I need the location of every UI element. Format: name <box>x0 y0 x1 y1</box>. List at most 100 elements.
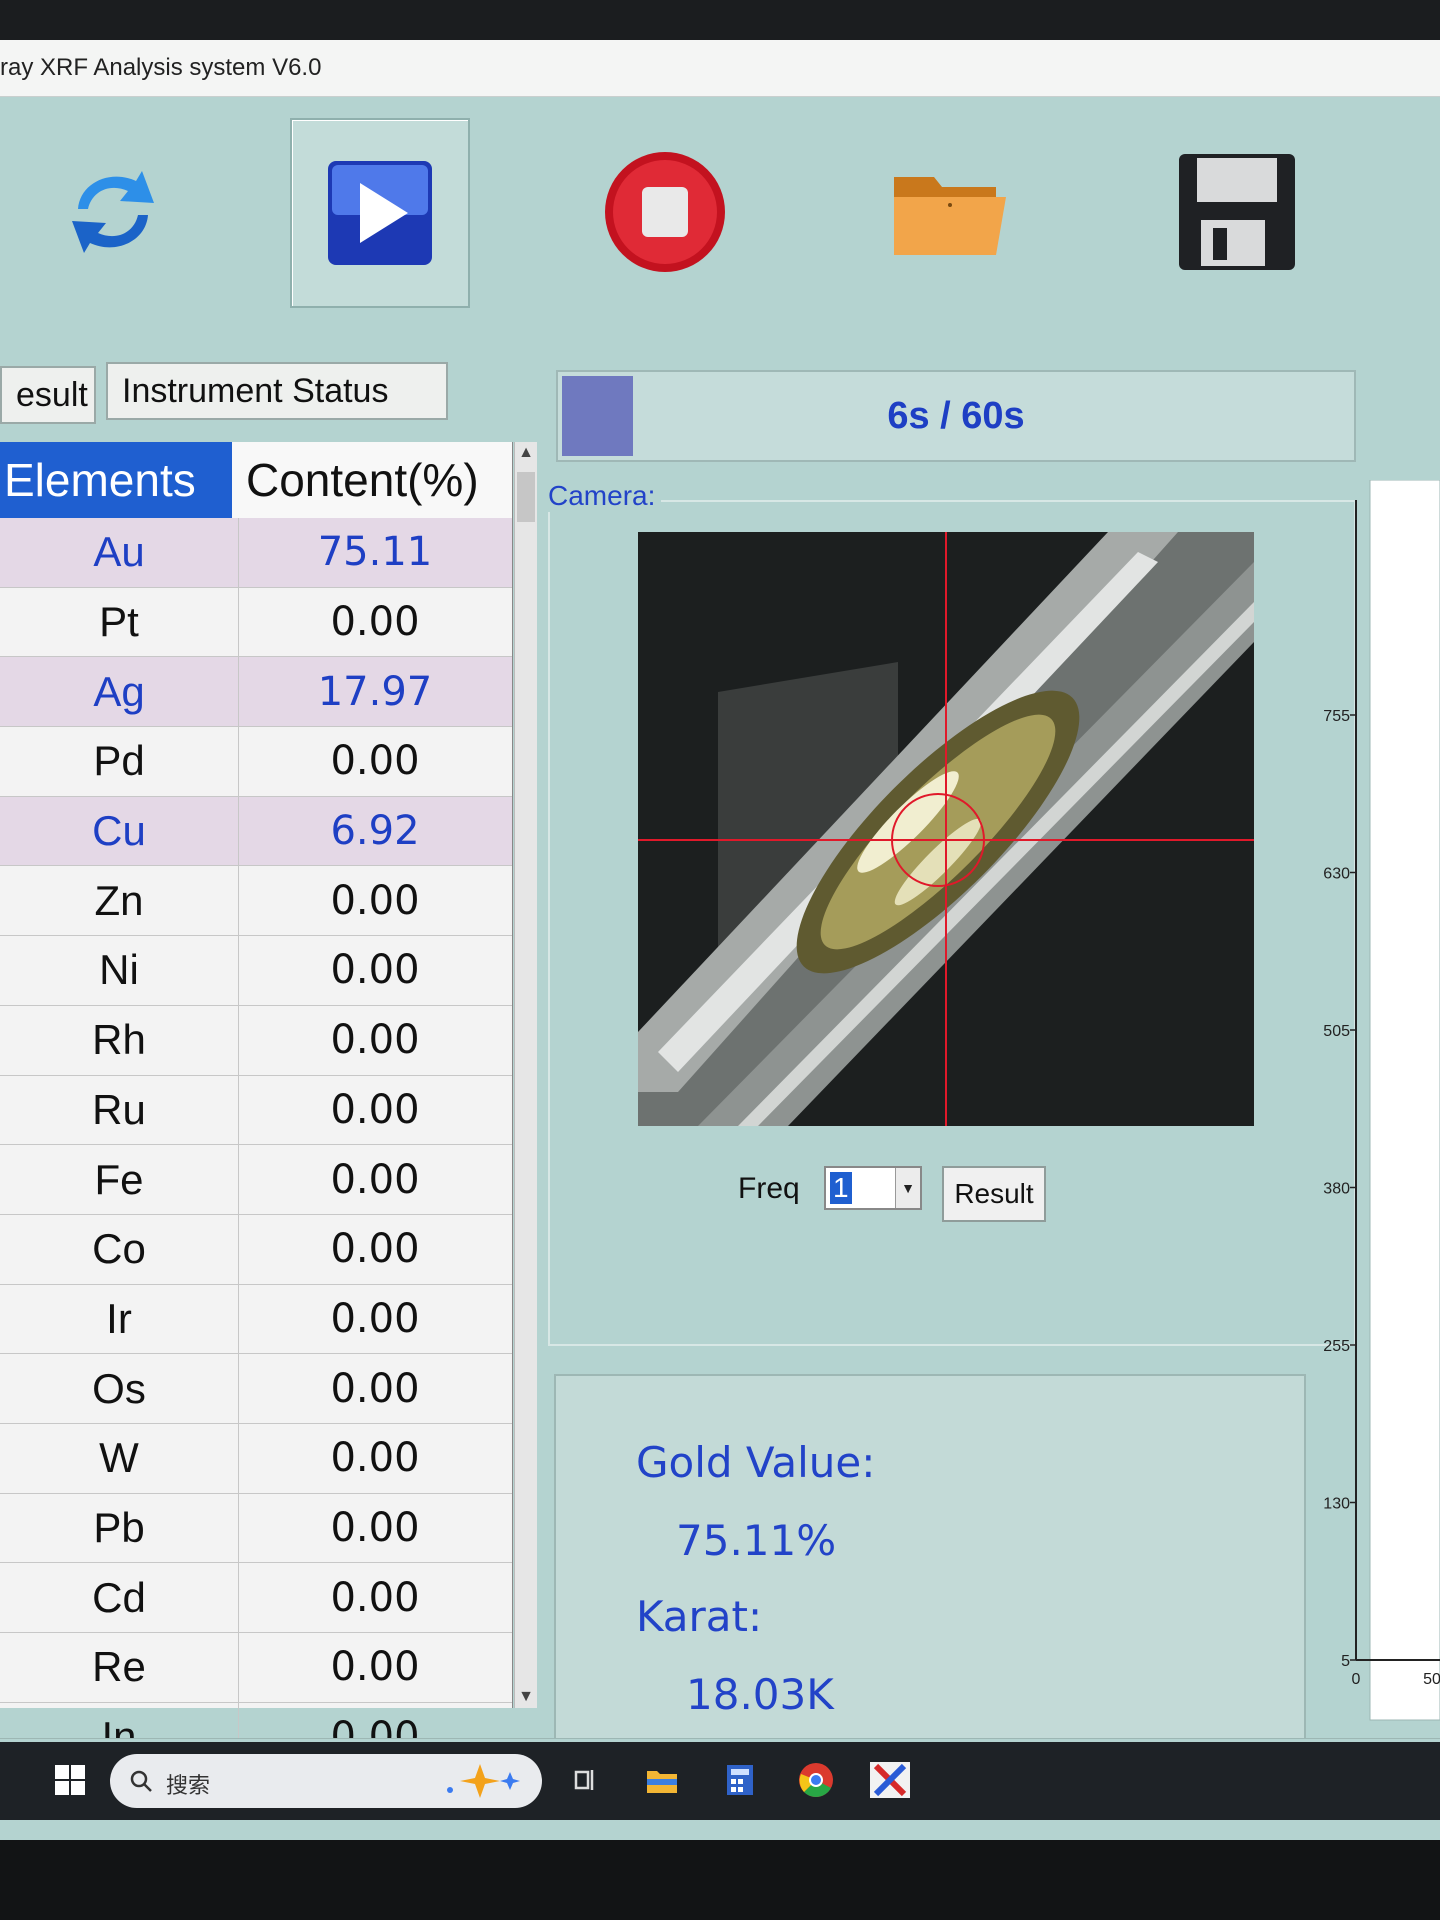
table-row[interactable]: Ru 0.00 <box>0 1075 512 1146</box>
scroll-down-icon[interactable]: ▼ <box>515 1686 537 1708</box>
element-content: 75.11 <box>317 529 433 576</box>
element-content: 0.00 <box>330 947 420 994</box>
table-row[interactable]: Pt 0.00 <box>0 587 512 658</box>
app-window: ray XRF Analysis system V6.0 esult Instr… <box>0 40 1440 1840</box>
table-row[interactable]: Os 0.00 <box>0 1354 512 1424</box>
y-tick-label: 630 <box>1323 866 1350 883</box>
element-symbol: Cd <box>0 1563 239 1632</box>
scroll-up-icon[interactable]: ▲ <box>515 442 537 464</box>
element-symbol: Cu <box>0 796 239 866</box>
element-content: 0.00 <box>330 877 420 924</box>
table-row[interactable]: Fe 0.00 <box>0 1145 512 1215</box>
search-icon <box>130 1770 152 1792</box>
column-header-elements[interactable]: Elements <box>0 442 232 518</box>
element-symbol: Fe <box>0 1145 239 1214</box>
stop-button[interactable] <box>580 122 750 302</box>
title-bar: ray XRF Analysis system V6.0 <box>0 40 1440 97</box>
y-tick-label: 380 <box>1323 1181 1350 1198</box>
element-symbol: Pd <box>0 727 239 796</box>
element-content: 0.00 <box>330 599 420 646</box>
table-header: Elements Content(%) <box>0 442 512 519</box>
scroll-thumb[interactable] <box>517 472 535 522</box>
element-symbol: Zn <box>0 866 239 936</box>
freq-label: Freq <box>738 1172 800 1205</box>
measurement-progress: 6s / 60s <box>556 370 1356 462</box>
element-symbol: Ir <box>0 1284 239 1354</box>
sparkle-icon <box>447 1764 520 1798</box>
element-symbol: Au <box>0 518 239 587</box>
x-tick-label: 50 <box>1423 1671 1440 1688</box>
taskbar: 搜索 <box>0 1742 1440 1820</box>
y-tick-label: 130 <box>1323 1496 1350 1513</box>
xrf-app-icon[interactable] <box>870 1760 910 1800</box>
tab-result[interactable]: esult <box>0 366 96 424</box>
element-symbol: Ni <box>0 936 239 1005</box>
element-content: 0.00 <box>330 1365 420 1412</box>
result-panel: Gold Value: 75.11% Karat: 18.03K <box>554 1374 1306 1776</box>
table-row[interactable]: Co 0.00 <box>0 1214 512 1285</box>
element-content: 17.97 <box>317 668 433 715</box>
column-header-content[interactable]: Content(%) <box>232 442 512 518</box>
element-symbol: Rh <box>0 1005 239 1075</box>
table-row[interactable]: Re 0.00 <box>0 1633 512 1703</box>
refresh-icon <box>72 171 154 253</box>
table-body: Au 75.11 Pt 0.00 Ag 17.97 Pd 0.00 Cu 6.92 Zn 0.00 Ni… <box>0 518 512 1773</box>
table-row[interactable]: Pb 0.00 <box>0 1493 512 1564</box>
play-icon <box>328 161 432 265</box>
tab-result-label: esult <box>16 375 88 414</box>
element-content: 0.00 <box>330 1435 420 1482</box>
spectrum-axes: 75563050538025513050 50 <box>1323 479 1440 1721</box>
chrome-icon[interactable] <box>796 1760 836 1800</box>
tab-instrument-status[interactable]: Instrument Status <box>106 362 448 420</box>
element-content: 0.00 <box>330 1017 420 1064</box>
element-content: 0.00 <box>330 738 420 785</box>
taskbar-search[interactable]: 搜索 <box>110 1754 542 1808</box>
gold-value: 75.11% <box>676 1516 837 1565</box>
floppy-disk-icon <box>1179 154 1295 270</box>
camera-image <box>638 532 1254 1126</box>
table-scrollbar[interactable]: ▲ ▼ <box>514 442 537 1708</box>
start-button[interactable] <box>290 118 470 308</box>
freq-value: 1 <box>830 1172 852 1204</box>
camera-feed <box>638 532 1254 1126</box>
save-button[interactable] <box>1152 122 1322 302</box>
task-view-icon[interactable] <box>566 1760 606 1800</box>
element-symbol: Ag <box>0 657 239 727</box>
element-content: 0.00 <box>330 1644 420 1691</box>
calculator-icon[interactable] <box>720 1760 760 1800</box>
table-row[interactable]: Cu 6.92 <box>0 796 512 867</box>
table-row[interactable]: Ir 0.00 <box>0 1284 512 1355</box>
folder-icon <box>894 177 1006 255</box>
element-content: 0.00 <box>330 1086 420 1133</box>
element-content: 0.00 <box>330 1295 420 1342</box>
spectrum-chart: 755 630 505 380 255 130 5 0 50 <box>1290 479 1440 1760</box>
element-symbol: Ru <box>0 1075 239 1145</box>
file-explorer-icon[interactable] <box>642 1760 682 1800</box>
chevron-down-icon[interactable]: ▼ <box>895 1168 920 1208</box>
search-placeholder: 搜索 <box>166 1773 211 1798</box>
windows-start-icon[interactable] <box>50 1760 90 1800</box>
table-row[interactable]: Zn 0.00 <box>0 866 512 937</box>
open-button[interactable] <box>866 122 1036 302</box>
y-tick-label: 755 <box>1323 708 1350 725</box>
table-row[interactable]: W 0.00 <box>0 1423 512 1494</box>
table-row[interactable]: Au 75.11 <box>0 518 512 588</box>
table-row[interactable]: Ag 17.97 <box>0 657 512 728</box>
element-content: 6.92 <box>330 808 420 855</box>
table-row[interactable]: Pd 0.00 <box>0 727 512 797</box>
result-button[interactable]: Result <box>942 1166 1046 1222</box>
element-content: 0.00 <box>330 1156 420 1203</box>
table-row[interactable]: Ni 0.00 <box>0 936 512 1006</box>
table-row[interactable]: Rh 0.00 <box>0 1005 512 1076</box>
y-tick-label: 255 <box>1323 1338 1350 1355</box>
table-row[interactable]: Cd 0.00 <box>0 1563 512 1633</box>
element-content: 0.00 <box>330 1574 420 1621</box>
progress-label: 6s / 60s <box>887 394 1025 437</box>
freq-dropdown[interactable]: 1 ▼ <box>824 1166 922 1210</box>
elements-table: Elements Content(%) Au 75.11 Pt 0.00 Ag 17.97… <box>0 442 513 1773</box>
y-tick-label: 505 <box>1323 1023 1350 1040</box>
stop-icon <box>605 152 725 272</box>
element-symbol: Os <box>0 1354 239 1423</box>
karat-label: Karat: <box>636 1592 763 1641</box>
refresh-button[interactable] <box>28 122 198 302</box>
